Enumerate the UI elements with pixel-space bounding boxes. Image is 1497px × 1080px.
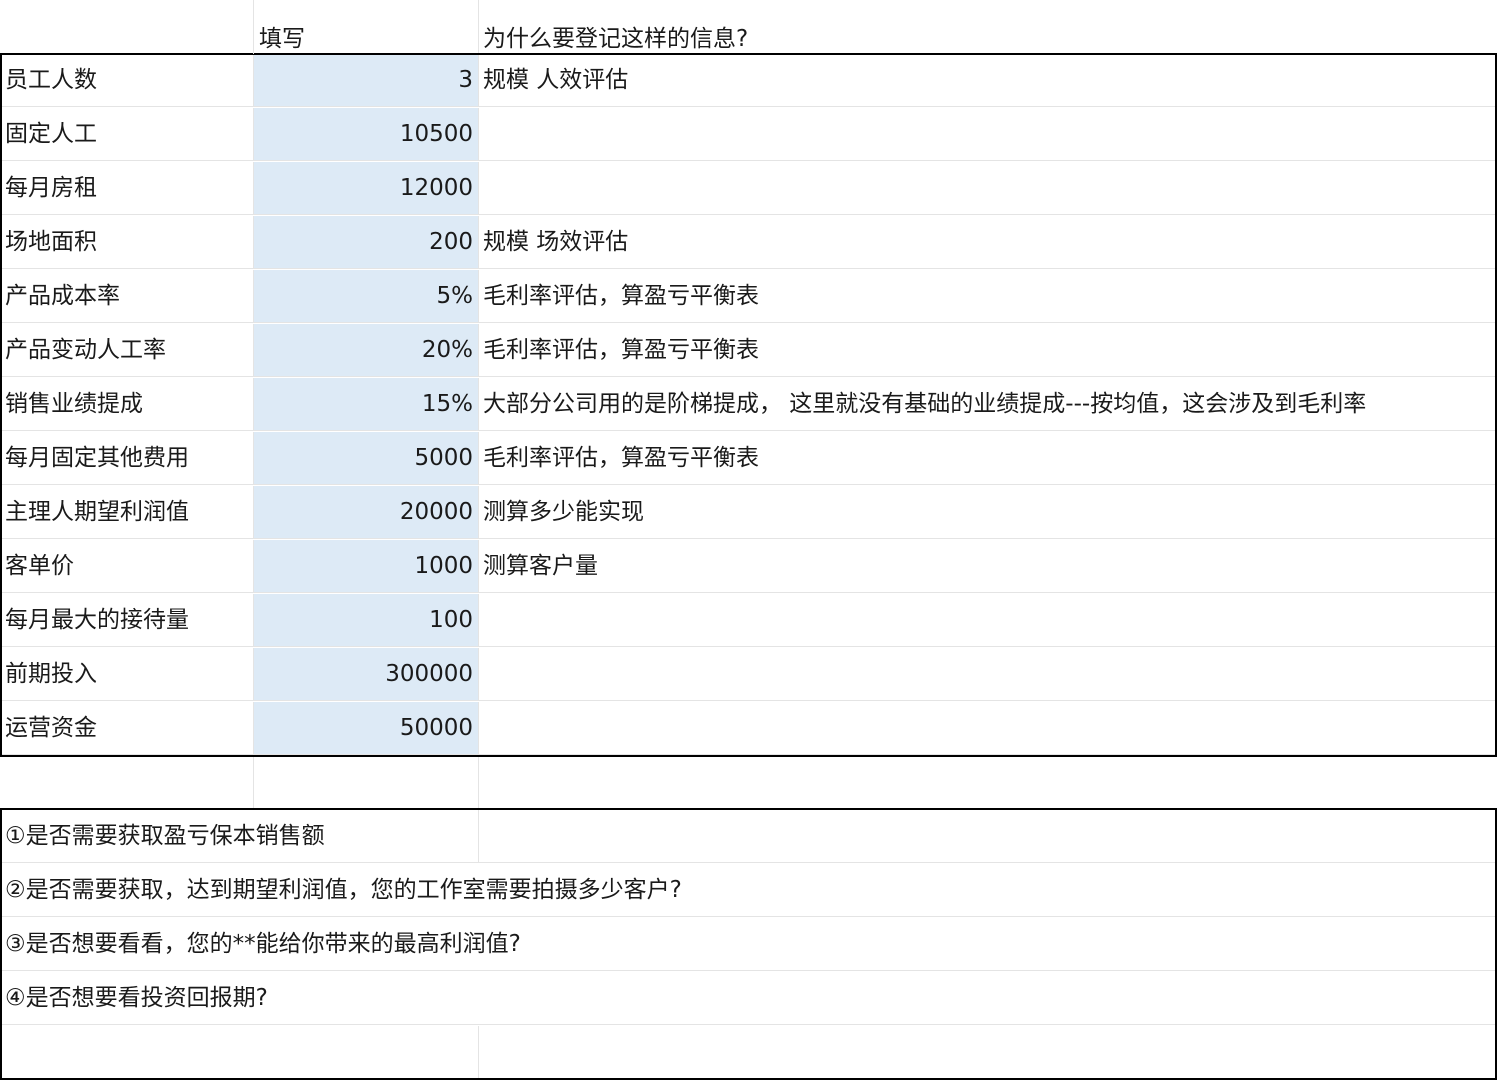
table-row: 主理人期望利润值 20000 测算多少能实现 [0,486,1497,540]
table-row: 产品变动人工率 20% 毛利率评估，算盈亏平衡表 [0,324,1497,378]
table-row: 客单价 1000 测算客户量 [0,540,1497,594]
table-row: 销售业绩提成 15% 大部分公司用的是阶梯提成， 这里就没有基础的业绩提成---… [0,378,1497,432]
row-note[interactable]: 测算客户量 [478,540,1497,593]
row-note[interactable]: 规模 人效评估 [478,54,1497,107]
row-note[interactable] [478,594,1497,647]
row-note[interactable] [478,108,1497,161]
gridline [253,0,254,54]
empty-cell[interactable] [478,1026,1497,1079]
header-cell-a[interactable] [0,0,253,54]
header-row: 填写 为什么要登记这样的信息? [0,0,1497,54]
spreadsheet: 填写 为什么要登记这样的信息? 员工人数 3 规模 人效评估 固定人工 1050… [0,0,1497,1080]
row-value[interactable]: 5% [253,270,478,323]
row-value[interactable]: 5000 [253,432,478,485]
table-row: 每月最大的接待量 100 [0,594,1497,648]
row-label[interactable]: 前期投入 [0,648,253,701]
table-row: 产品成本率 5% 毛利率评估，算盈亏平衡表 [0,270,1497,324]
blank-row [0,756,1497,810]
row-note[interactable]: 测算多少能实现 [478,486,1497,539]
row-label[interactable]: 销售业绩提成 [0,378,253,431]
row-value[interactable]: 12000 [253,162,478,215]
row-label[interactable]: 产品成本率 [0,270,253,323]
table-row: 运营资金 50000 [0,702,1497,756]
header-cell-why[interactable]: 为什么要登记这样的信息? [478,0,1497,54]
question-cell[interactable]: ③是否想要看看，您的**能给你带来的最高利润值? [0,918,521,971]
row-label[interactable]: 场地面积 [0,216,253,269]
row-value[interactable]: 100 [253,594,478,647]
row-note[interactable] [478,702,1497,755]
row-value[interactable]: 300000 [253,648,478,701]
empty-cell[interactable] [478,810,1497,863]
row-value[interactable]: 1000 [253,540,478,593]
question-row: ③是否想要看看，您的**能给你带来的最高利润值? [0,918,1497,972]
row-value[interactable]: 3 [253,54,478,107]
row-note[interactable] [478,162,1497,215]
question-cell[interactable]: ④是否想要看投资回报期? [0,972,478,1025]
table-row: 固定人工 10500 [0,108,1497,162]
table-row: 员工人数 3 规模 人效评估 [0,54,1497,108]
table-row: 每月房租 12000 [0,162,1497,216]
row-value[interactable]: 50000 [253,702,478,755]
row-label[interactable]: 客单价 [0,540,253,593]
question-row: ②是否需要获取，达到期望利润值，您的工作室需要拍摄多少客户? [0,864,1497,918]
table-row: 前期投入 300000 [0,648,1497,702]
header-cell-fill[interactable]: 填写 [253,0,478,54]
row-note[interactable] [478,648,1497,701]
question-row: ①是否需要获取盈亏保本销售额 [0,810,1497,864]
row-value[interactable]: 10500 [253,108,478,161]
empty-cell[interactable] [0,756,253,809]
row-label[interactable]: 员工人数 [0,54,253,107]
row-note[interactable]: 毛利率评估，算盈亏平衡表 [478,324,1497,377]
question-cell[interactable]: ②是否需要获取，达到期望利润值，您的工作室需要拍摄多少客户? [0,864,682,917]
question-row: ④是否想要看投资回报期? [0,972,1497,1026]
row-note[interactable]: 大部分公司用的是阶梯提成， 这里就没有基础的业绩提成---按均值，这会涉及到毛利… [478,378,1497,431]
question-cell[interactable]: ①是否需要获取盈亏保本销售额 [0,810,478,863]
empty-cell[interactable] [478,864,1497,917]
row-label[interactable]: 每月最大的接待量 [0,594,253,647]
row-label[interactable]: 固定人工 [0,108,253,161]
row-note[interactable]: 毛利率评估，算盈亏平衡表 [478,270,1497,323]
empty-cell[interactable] [478,918,1497,971]
empty-cell[interactable] [478,756,1497,809]
row-label[interactable]: 产品变动人工率 [0,324,253,377]
row-value[interactable]: 200 [253,216,478,269]
row-label[interactable]: 每月房租 [0,162,253,215]
row-label[interactable]: 主理人期望利润值 [0,486,253,539]
table-row: 每月固定其他费用 5000 毛利率评估，算盈亏平衡表 [0,432,1497,486]
question-row [0,1026,1497,1080]
row-note[interactable]: 毛利率评估，算盈亏平衡表 [478,432,1497,485]
empty-cell[interactable] [253,756,478,809]
row-label[interactable]: 每月固定其他费用 [0,432,253,485]
row-label[interactable]: 运营资金 [0,702,253,755]
empty-cell[interactable] [478,972,1497,1025]
row-value[interactable]: 20000 [253,486,478,539]
row-value[interactable]: 20% [253,324,478,377]
row-note[interactable]: 规模 场效评估 [478,216,1497,269]
row-value[interactable]: 15% [253,378,478,431]
empty-cell[interactable] [0,1026,478,1079]
table-row: 场地面积 200 规模 场效评估 [0,216,1497,270]
